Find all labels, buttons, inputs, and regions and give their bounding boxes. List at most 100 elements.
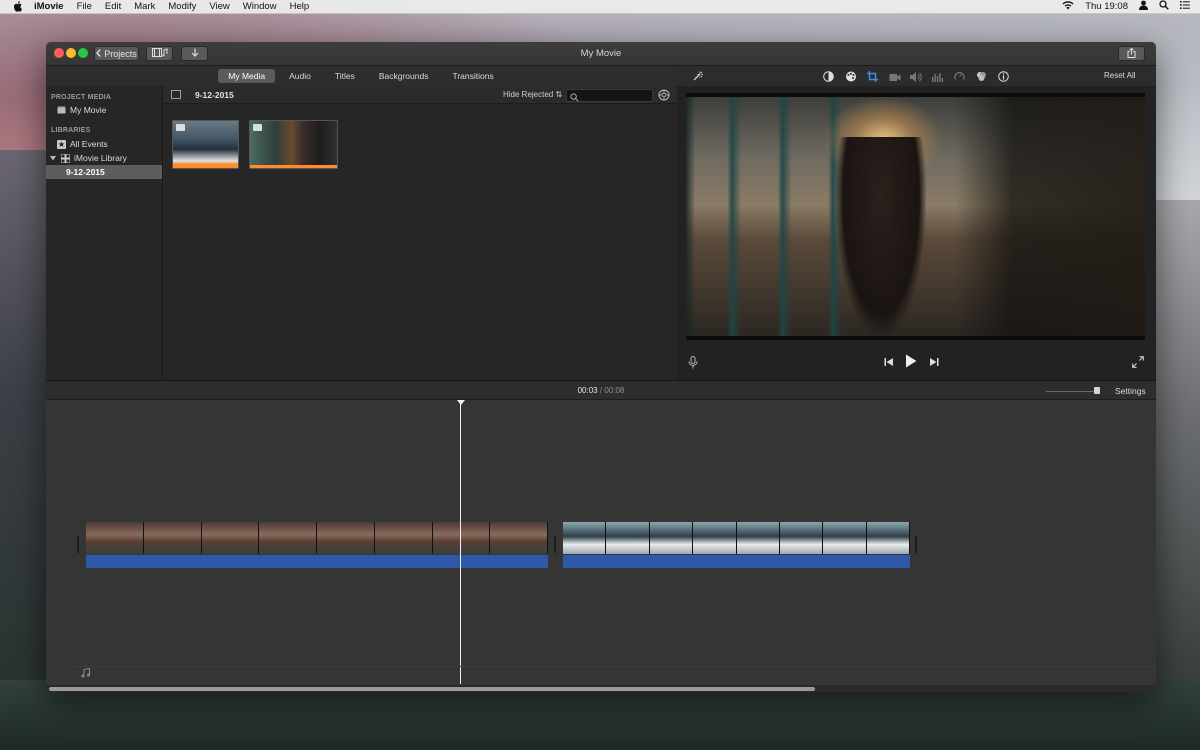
libraries-header: LIBRARIES (51, 127, 91, 134)
star-box-icon (57, 140, 66, 149)
media-browser: 9-12-2015 Hide Rejected ⇅ (164, 86, 676, 380)
color-correction-palette-icon[interactable] (845, 71, 856, 82)
viewer-pane (677, 86, 1156, 380)
timeline-horizontal-scrollbar[interactable] (49, 687, 815, 691)
tab-my-media[interactable]: My Media (218, 69, 276, 83)
camera-icon (176, 124, 185, 131)
sidebar-item-label: iMovie Library (74, 153, 127, 163)
media-clip-1[interactable] (172, 120, 239, 169)
filter-label: Hide Rejected (503, 90, 554, 99)
microphone-icon[interactable] (688, 356, 700, 369)
wifi-icon[interactable] (1062, 0, 1074, 13)
timeline[interactable] (46, 400, 1156, 685)
gear-icon[interactable] (658, 89, 670, 101)
timeline-toolbar: 00:03 / 00:08 Settings (46, 380, 1156, 400)
sidebar-item-label: All Events (70, 139, 108, 149)
magic-wand-enhance-icon[interactable] (691, 71, 703, 82)
stabilization-camera-icon[interactable] (889, 71, 901, 82)
equalizer-icon[interactable] (932, 71, 943, 82)
timeline-settings-button[interactable]: Settings (1115, 386, 1146, 396)
clip-audio-waveform[interactable] (86, 555, 548, 568)
spotlight-search-icon[interactable] (1159, 0, 1169, 13)
info-icon[interactable] (998, 71, 1009, 82)
volume-icon[interactable] (910, 71, 922, 82)
media-clip-2[interactable] (249, 120, 338, 169)
skip-forward-icon[interactable] (929, 356, 941, 368)
apple-icon[interactable] (12, 1, 24, 13)
menu-app-name[interactable]: iMovie (34, 1, 64, 12)
speed-gauge-icon[interactable] (954, 71, 965, 82)
color-balance-icon[interactable] (823, 71, 834, 82)
desktop-wallpaper-right (1150, 200, 1200, 750)
library-grid-icon (60, 153, 71, 164)
share-icon (1127, 47, 1136, 60)
window-title: My Movie (580, 48, 622, 59)
chevron-updown-icon: ⇅ (555, 90, 563, 99)
clip-filter-icon[interactable] (976, 71, 987, 82)
skip-back-icon[interactable] (884, 356, 896, 368)
camera-icon (253, 124, 262, 131)
sidebar-item-event-9-12-2015[interactable]: 9-12-2015 (46, 165, 162, 179)
timecode-display: 00:03 / 00:08 (46, 386, 1156, 395)
media-browser-toolbar: 9-12-2015 Hide Rejected ⇅ (164, 86, 676, 104)
sidebar-toggle-icon[interactable] (171, 90, 181, 99)
tab-audio[interactable]: Audio (279, 69, 321, 83)
current-time: 00:03 (577, 386, 598, 395)
menubar-clock[interactable]: Thu 19:08 (1085, 1, 1128, 12)
play-icon[interactable] (905, 354, 917, 368)
notification-center-icon[interactable] (1180, 1, 1190, 12)
project-media-header: PROJECT MEDIA (51, 94, 112, 101)
event-title: 9-12-2015 (195, 90, 234, 100)
total-time: 00:08 (604, 386, 625, 395)
music-note-icon (81, 667, 91, 678)
menu-edit[interactable]: Edit (105, 1, 121, 12)
clip-edge-handle[interactable] (554, 536, 556, 553)
project-icon (57, 106, 66, 114)
disclosure-triangle-icon[interactable] (50, 153, 56, 163)
menu-window[interactable]: Window (243, 1, 277, 12)
viewer-toolbar: Reset All (677, 66, 1156, 86)
user-icon[interactable] (1139, 0, 1148, 13)
clip-edge-handle[interactable] (915, 536, 917, 553)
search-input[interactable] (566, 89, 653, 102)
window-titlebar: Projects My Movie (46, 42, 1156, 66)
menu-file[interactable]: File (77, 1, 92, 12)
sidebar-item-my-movie[interactable]: My Movie (46, 103, 162, 117)
sidebar-item-label: 9-12-2015 (66, 167, 105, 177)
sidebar-item-all-events[interactable]: All Events (46, 137, 162, 151)
menu-mark[interactable]: Mark (134, 1, 155, 12)
playhead-line[interactable] (460, 400, 461, 684)
video-subject (836, 137, 926, 336)
tab-transitions[interactable]: Transitions (442, 69, 503, 83)
timeline-clip-2[interactable] (563, 522, 910, 569)
timeline-clip-1[interactable] (86, 522, 548, 569)
video-preview[interactable] (686, 93, 1145, 340)
menu-bar: iMovie File Edit Mark Modify View Window… (0, 0, 1200, 14)
search-icon (570, 91, 579, 105)
imovie-window: Projects My Movie My Media Audio Titles … (46, 42, 1156, 692)
crop-icon[interactable] (867, 71, 878, 82)
playback-controls (677, 350, 1156, 374)
clip-filmstrip (563, 522, 910, 554)
menu-modify[interactable]: Modify (168, 1, 196, 12)
menu-help[interactable]: Help (290, 1, 310, 12)
video-shadow (955, 97, 1145, 336)
zoom-slider-track[interactable] (1046, 391, 1100, 392)
clip-filmstrip (86, 522, 548, 554)
tab-titles[interactable]: Titles (325, 69, 365, 83)
menu-view[interactable]: View (209, 1, 229, 12)
hide-rejected-select[interactable]: Hide Rejected ⇅ (503, 90, 562, 99)
zoom-slider-handle[interactable] (1094, 387, 1100, 394)
playhead-marker[interactable] (457, 400, 465, 405)
reset-all-button[interactable]: Reset All (1104, 71, 1136, 80)
browser-tab-bar: My Media Audio Titles Backgrounds Transi… (46, 66, 676, 86)
share-button[interactable] (1118, 46, 1145, 61)
libraries-sidebar: PROJECT MEDIA My Movie LIBRARIES All Eve… (46, 86, 163, 380)
sidebar-item-imovie-library[interactable]: iMovie Library (46, 151, 162, 165)
clip-edge-handle[interactable] (77, 536, 79, 553)
background-music-well[interactable] (73, 666, 1156, 680)
time-separator: / (599, 386, 603, 395)
fullscreen-expand-icon[interactable] (1132, 356, 1144, 368)
tab-backgrounds[interactable]: Backgrounds (369, 69, 439, 83)
clip-audio-waveform[interactable] (563, 555, 910, 568)
